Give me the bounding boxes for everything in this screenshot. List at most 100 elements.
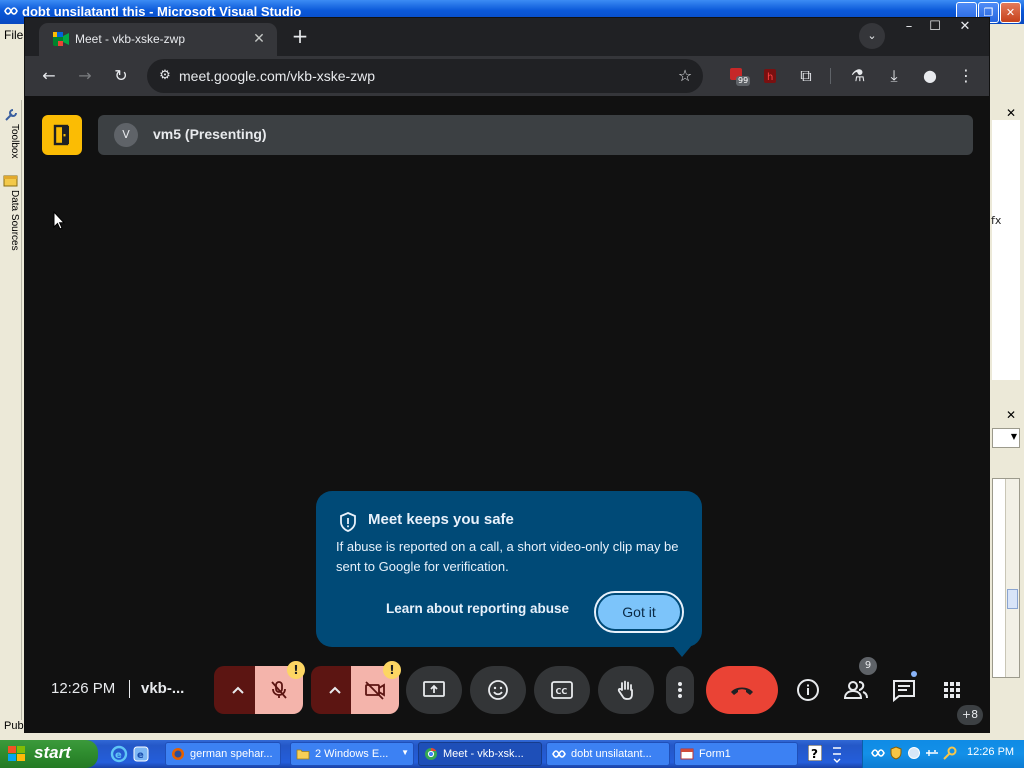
menu-kebab-icon[interactable]: ⋮ bbox=[952, 62, 980, 90]
camera-off-icon bbox=[365, 681, 385, 700]
activities-grid-icon[interactable] bbox=[934, 672, 970, 708]
extension-dark-red-icon[interactable]: h bbox=[756, 62, 784, 90]
reactions-button[interactable] bbox=[470, 666, 526, 714]
chrome-window: Meet - vkb-xske-zwp ✕ + ⌄ – ☐ ✕ ← → ↻ ⚙ … bbox=[24, 17, 990, 733]
chrome-icon bbox=[425, 748, 437, 760]
reload-icon[interactable]: ↻ bbox=[107, 62, 135, 90]
leave-call-button[interactable] bbox=[706, 666, 778, 714]
svg-text:CC: CC bbox=[556, 687, 568, 696]
tab-meet[interactable]: Meet - vkb-xske-zwp ✕ bbox=[39, 23, 277, 56]
panel-close-icon[interactable]: ✕ bbox=[1004, 106, 1018, 120]
start-label: start bbox=[34, 743, 71, 762]
ie-icon[interactable]: e bbox=[110, 745, 128, 763]
start-button[interactable]: start bbox=[0, 740, 98, 768]
taskbar-clock: 12:26 PM bbox=[967, 746, 1015, 758]
more-participants-badge[interactable]: +8 bbox=[957, 705, 983, 725]
taskbar-item-vs[interactable]: dobt unsilatant... bbox=[546, 742, 670, 766]
safety-popup: Meet keeps you safe If abuse is reported… bbox=[316, 491, 702, 657]
toolbox-tab[interactable]: Toolbox bbox=[2, 124, 20, 168]
time-separator bbox=[129, 680, 130, 698]
key-icon[interactable] bbox=[943, 746, 957, 760]
forward-icon[interactable]: → bbox=[71, 62, 99, 90]
browser-icon bbox=[172, 748, 184, 760]
address-bar[interactable]: ⚙ meet.google.com/vkb-xske-zwp ☆ bbox=[147, 59, 703, 93]
meeting-code[interactable]: vkb-... bbox=[141, 680, 184, 697]
meeting-time: 12:26 PM bbox=[51, 680, 116, 697]
profile-icon[interactable]: ● bbox=[916, 62, 944, 90]
back-icon[interactable]: ← bbox=[35, 62, 63, 90]
task-label: dobt unsilatant... bbox=[571, 748, 652, 760]
download-icon[interactable]: ⤓ bbox=[880, 62, 908, 90]
close-icon[interactable]: ✕ bbox=[951, 18, 979, 38]
vs-scrollbar[interactable] bbox=[1005, 479, 1019, 677]
popup-body: If abuse is reported on a call, a short … bbox=[336, 539, 679, 574]
svg-text:e: e bbox=[115, 750, 122, 761]
captions-button[interactable]: CC bbox=[534, 666, 590, 714]
more-options-button[interactable] bbox=[666, 666, 694, 714]
data-sources-tab[interactable]: Data Sources bbox=[2, 190, 20, 260]
security-shield-icon[interactable] bbox=[889, 746, 903, 760]
chat-icon[interactable] bbox=[886, 672, 922, 708]
chevron-down-icon: ▼ bbox=[401, 748, 409, 757]
quicklaunch-icon[interactable]: e bbox=[132, 745, 150, 763]
help-icon[interactable]: ? bbox=[808, 745, 822, 761]
more-vert-icon bbox=[678, 682, 682, 698]
maximize-icon[interactable]: ☐ bbox=[921, 18, 949, 38]
folder-icon bbox=[296, 749, 310, 760]
vs-dropdown[interactable]: ▼ bbox=[992, 428, 1020, 448]
task-label: Form1 bbox=[699, 748, 731, 760]
taskbar-item-form1[interactable]: Form1 bbox=[674, 742, 798, 766]
vs-tray-icon[interactable] bbox=[871, 746, 885, 760]
bookmark-star-icon[interactable]: ☆ bbox=[673, 64, 697, 88]
raise-hand-button[interactable] bbox=[598, 666, 654, 714]
taskbar-item-firefox[interactable]: german spehar... bbox=[165, 742, 281, 766]
labs-flask-icon[interactable]: ⚗ bbox=[844, 62, 872, 90]
minimize-icon[interactable]: – bbox=[895, 18, 923, 38]
hang-up-icon bbox=[731, 687, 753, 695]
meet-favicon-icon bbox=[53, 32, 69, 46]
tab-strip: Meet - vkb-xske-zwp ✕ + ⌄ – ☐ ✕ bbox=[25, 18, 989, 56]
shield-icon bbox=[340, 512, 356, 532]
vs-close-button[interactable]: ✕ bbox=[1000, 2, 1021, 23]
popup-tail bbox=[672, 645, 692, 657]
extensions-puzzle-icon[interactable]: ⧉ bbox=[792, 62, 820, 90]
learn-abuse-link[interactable]: Learn about reporting abuse bbox=[386, 601, 569, 616]
task-label: german spehar... bbox=[190, 748, 273, 760]
meet-stage: V vm5 (Presenting) Meet keeps you safe I… bbox=[25, 96, 989, 732]
tab-title: Meet - vkb-xske-zwp bbox=[75, 32, 186, 46]
present-icon bbox=[423, 681, 445, 697]
vs-menu-file[interactable]: File bbox=[0, 24, 24, 46]
taskbar-item-explorer[interactable]: 2 Windows E... ▼ bbox=[290, 742, 414, 766]
extension-red-icon[interactable]: 99 bbox=[722, 62, 751, 90]
meeting-info-icon[interactable] bbox=[790, 672, 826, 708]
scroll-thumb[interactable] bbox=[1007, 589, 1018, 609]
people-icon[interactable] bbox=[838, 672, 874, 708]
windows-flag-icon bbox=[8, 746, 25, 761]
new-tab-button[interactable]: + bbox=[289, 26, 311, 48]
chevron-up-icon bbox=[329, 686, 341, 694]
system-tray: 12:26 PM bbox=[862, 740, 1024, 768]
panel-close-icon[interactable]: ✕ bbox=[1004, 408, 1018, 422]
avatar: V bbox=[114, 123, 138, 147]
camera-warning-icon: ! bbox=[383, 661, 401, 679]
presenter-bar[interactable]: V vm5 (Presenting) bbox=[98, 115, 973, 155]
taskbar-item-meet[interactable]: Meet - vkb-xsk... bbox=[418, 742, 542, 766]
taskbar: start e e german spehar... 2 Windows E..… bbox=[0, 740, 1024, 768]
task-label: Meet - vkb-xsk... bbox=[443, 748, 524, 760]
chevron-down-icon: ▼ bbox=[1010, 432, 1017, 441]
mouse-cursor-icon bbox=[53, 211, 65, 230]
site-info-icon[interactable]: ⚙ bbox=[153, 64, 177, 88]
network-icon[interactable] bbox=[907, 746, 921, 760]
got-it-button[interactable]: Got it bbox=[594, 591, 684, 633]
language-icon[interactable] bbox=[830, 744, 844, 764]
usb-icon[interactable] bbox=[925, 746, 939, 760]
tab-search-button[interactable]: ⌄ bbox=[859, 23, 885, 49]
meet-door-icon[interactable] bbox=[42, 115, 82, 155]
tab-close-icon[interactable]: ✕ bbox=[249, 29, 269, 49]
svg-text:e: e bbox=[137, 750, 144, 761]
chat-notification-dot bbox=[911, 671, 917, 677]
chevron-up-icon bbox=[232, 686, 244, 694]
captions-icon: CC bbox=[551, 681, 573, 699]
data-sources-icon bbox=[3, 175, 18, 187]
present-screen-button[interactable] bbox=[406, 666, 462, 714]
